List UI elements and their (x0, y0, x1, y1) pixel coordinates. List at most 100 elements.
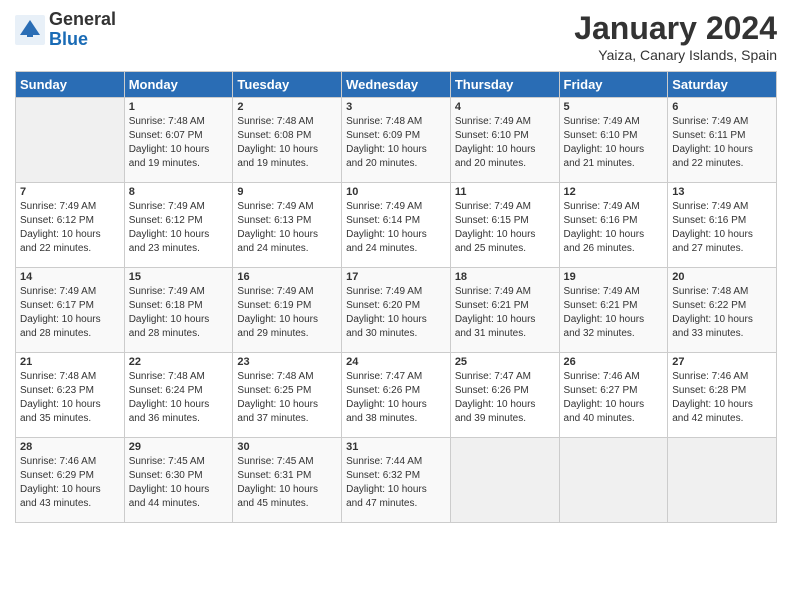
cell-content: Sunrise: 7:48 AM Sunset: 6:08 PM Dayligh… (237, 115, 337, 171)
table-row: 4 Sunrise: 7:49 AM Sunset: 6:10 PM Daylig… (450, 98, 559, 183)
table-row: 24 Sunrise: 7:47 AM Sunset: 6:26 PM Dayli… (342, 353, 451, 438)
day-number: 28 (20, 441, 120, 453)
day-number: 16 (237, 271, 337, 283)
day-number: 8 (129, 186, 229, 198)
day-number: 13 (672, 186, 772, 198)
cell-content: Sunrise: 7:48 AM Sunset: 6:09 PM Dayligh… (346, 115, 446, 171)
calendar-week-row: 1Sunrise: 7:48 AM Sunset: 6:07 PM Daylig… (16, 98, 777, 183)
day-number: 2 (237, 101, 337, 113)
cell-content: Sunrise: 7:46 AM Sunset: 6:28 PM Dayligh… (672, 370, 772, 426)
table-row (16, 98, 125, 183)
table-row: 18 Sunrise: 7:49 AM Sunset: 6:21 PM Dayli… (450, 268, 559, 353)
cell-content: Sunrise: 7:49 AM Sunset: 6:21 PM Dayligh… (455, 285, 555, 341)
day-number: 9 (237, 186, 337, 198)
day-number: 21 (20, 356, 120, 368)
day-number: 19 (564, 271, 664, 283)
cell-content: Sunrise: 7:47 AM Sunset: 6:26 PM Dayligh… (346, 370, 446, 426)
day-number: 7 (20, 186, 120, 198)
table-row: 12Sunrise: 7:49 AM Sunset: 6:16 PM Dayli… (559, 183, 668, 268)
cell-content: Sunrise: 7:49 AM Sunset: 6:11 PM Dayligh… (672, 115, 772, 171)
day-number: 22 (129, 356, 229, 368)
header-tuesday: Tuesday (233, 72, 342, 98)
cell-content: Sunrise: 7:49 AM Sunset: 6:10 PM Dayligh… (564, 115, 664, 171)
day-number: 20 (672, 271, 772, 283)
table-row: 30 Sunrise: 7:45 AM Sunset: 6:31 PM Dayli… (233, 438, 342, 523)
logo-blue: Blue (49, 30, 116, 50)
day-number: 4 (455, 101, 555, 113)
day-number: 3 (346, 101, 446, 113)
table-row: 16 Sunrise: 7:49 AM Sunset: 6:19 PM Dayli… (233, 268, 342, 353)
location-subtitle: Yaiza, Canary Islands, Spain (574, 47, 777, 63)
table-row: 26Sunrise: 7:46 AM Sunset: 6:27 PM Dayli… (559, 353, 668, 438)
day-number: 27 (672, 356, 772, 368)
calendar-week-row: 21 Sunrise: 7:48 AM Sunset: 6:23 PM Dayli… (16, 353, 777, 438)
day-number: 15 (129, 271, 229, 283)
table-row: 2 Sunrise: 7:48 AM Sunset: 6:08 PM Daylig… (233, 98, 342, 183)
day-number: 5 (564, 101, 664, 113)
header-sunday: Sunday (16, 72, 125, 98)
calendar-header-row: Sunday Monday Tuesday Wednesday Thursday… (16, 72, 777, 98)
cell-content: Sunrise: 7:48 AM Sunset: 6:23 PM Dayligh… (20, 370, 120, 426)
cell-content: Sunrise: 7:47 AM Sunset: 6:26 PM Dayligh… (455, 370, 555, 426)
table-row: 14Sunrise: 7:49 AM Sunset: 6:17 PM Dayli… (16, 268, 125, 353)
cell-content: Sunrise: 7:49 AM Sunset: 6:15 PM Dayligh… (455, 200, 555, 256)
table-row: 9 Sunrise: 7:49 AM Sunset: 6:13 PM Daylig… (233, 183, 342, 268)
calendar-week-row: 28Sunrise: 7:46 AM Sunset: 6:29 PM Dayli… (16, 438, 777, 523)
table-row: 28Sunrise: 7:46 AM Sunset: 6:29 PM Dayli… (16, 438, 125, 523)
day-number: 17 (346, 271, 446, 283)
table-row: 7 Sunrise: 7:49 AM Sunset: 6:12 PM Daylig… (16, 183, 125, 268)
cell-content: Sunrise: 7:49 AM Sunset: 6:18 PM Dayligh… (129, 285, 229, 341)
header-thursday: Thursday (450, 72, 559, 98)
header-saturday: Saturday (668, 72, 777, 98)
title-block: January 2024 Yaiza, Canary Islands, Spai… (574, 10, 777, 63)
cell-content: Sunrise: 7:48 AM Sunset: 6:24 PM Dayligh… (129, 370, 229, 426)
day-number: 31 (346, 441, 446, 453)
header-monday: Monday (124, 72, 233, 98)
logo: General Blue (15, 10, 116, 50)
cell-content: Sunrise: 7:49 AM Sunset: 6:20 PM Dayligh… (346, 285, 446, 341)
table-row: 25 Sunrise: 7:47 AM Sunset: 6:26 PM Dayli… (450, 353, 559, 438)
table-row: 5 Sunrise: 7:49 AM Sunset: 6:10 PM Daylig… (559, 98, 668, 183)
cell-content: Sunrise: 7:44 AM Sunset: 6:32 PM Dayligh… (346, 455, 446, 511)
table-row: 1Sunrise: 7:48 AM Sunset: 6:07 PM Daylig… (124, 98, 233, 183)
cell-content: Sunrise: 7:48 AM Sunset: 6:07 PM Dayligh… (129, 115, 229, 171)
logo-text: General Blue (49, 10, 116, 50)
table-row: 21 Sunrise: 7:48 AM Sunset: 6:23 PM Dayli… (16, 353, 125, 438)
day-number: 25 (455, 356, 555, 368)
cell-content: Sunrise: 7:46 AM Sunset: 6:27 PM Dayligh… (564, 370, 664, 426)
cell-content: Sunrise: 7:49 AM Sunset: 6:19 PM Dayligh… (237, 285, 337, 341)
day-number: 6 (672, 101, 772, 113)
table-row: 20 Sunrise: 7:48 AM Sunset: 6:22 PM Dayli… (668, 268, 777, 353)
table-row: 6 Sunrise: 7:49 AM Sunset: 6:11 PM Daylig… (668, 98, 777, 183)
cell-content: Sunrise: 7:49 AM Sunset: 6:13 PM Dayligh… (237, 200, 337, 256)
calendar-table: Sunday Monday Tuesday Wednesday Thursday… (15, 71, 777, 523)
table-row (450, 438, 559, 523)
logo-general: General (49, 10, 116, 30)
day-number: 24 (346, 356, 446, 368)
table-row: 8 Sunrise: 7:49 AM Sunset: 6:12 PM Daylig… (124, 183, 233, 268)
cell-content: Sunrise: 7:45 AM Sunset: 6:31 PM Dayligh… (237, 455, 337, 511)
cell-content: Sunrise: 7:49 AM Sunset: 6:12 PM Dayligh… (20, 200, 120, 256)
header: General Blue January 2024 Yaiza, Canary … (15, 10, 777, 63)
month-title: January 2024 (574, 10, 777, 47)
calendar-page: General Blue January 2024 Yaiza, Canary … (0, 0, 792, 612)
table-row (668, 438, 777, 523)
cell-content: Sunrise: 7:48 AM Sunset: 6:25 PM Dayligh… (237, 370, 337, 426)
day-number: 10 (346, 186, 446, 198)
day-number: 29 (129, 441, 229, 453)
table-row: 13 Sunrise: 7:49 AM Sunset: 6:16 PM Dayli… (668, 183, 777, 268)
cell-content: Sunrise: 7:45 AM Sunset: 6:30 PM Dayligh… (129, 455, 229, 511)
table-row: 22 Sunrise: 7:48 AM Sunset: 6:24 PM Dayli… (124, 353, 233, 438)
day-number: 18 (455, 271, 555, 283)
table-row: 19Sunrise: 7:49 AM Sunset: 6:21 PM Dayli… (559, 268, 668, 353)
cell-content: Sunrise: 7:49 AM Sunset: 6:14 PM Dayligh… (346, 200, 446, 256)
cell-content: Sunrise: 7:48 AM Sunset: 6:22 PM Dayligh… (672, 285, 772, 341)
cell-content: Sunrise: 7:49 AM Sunset: 6:12 PM Dayligh… (129, 200, 229, 256)
day-number: 30 (237, 441, 337, 453)
table-row (559, 438, 668, 523)
table-row: 10 Sunrise: 7:49 AM Sunset: 6:14 PM Dayli… (342, 183, 451, 268)
table-row: 11Sunrise: 7:49 AM Sunset: 6:15 PM Dayli… (450, 183, 559, 268)
cell-content: Sunrise: 7:49 AM Sunset: 6:10 PM Dayligh… (455, 115, 555, 171)
header-friday: Friday (559, 72, 668, 98)
cell-content: Sunrise: 7:49 AM Sunset: 6:16 PM Dayligh… (672, 200, 772, 256)
